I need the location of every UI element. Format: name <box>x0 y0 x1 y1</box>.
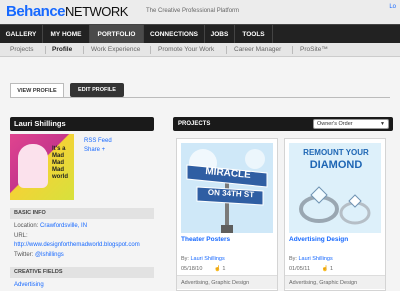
location-link[interactable]: Crawfordsville, IN <box>40 223 87 229</box>
author-link[interactable]: Lauri Shillings <box>190 256 224 262</box>
avatar: It's a Mad Mad Mad world <box>10 134 74 200</box>
art-line-1: REMOUNT YOUR <box>303 148 369 157</box>
edit-profile-button[interactable]: EDIT PROFILE <box>70 83 124 97</box>
author-link[interactable]: Lauri Shillings <box>298 256 332 262</box>
appreciation-icon: ☝ <box>213 266 221 272</box>
projects-heading: PROJECTS <box>178 121 211 127</box>
creative-fields-heading: CREATIVE FIELDS <box>10 267 154 278</box>
project-card[interactable]: MIRACLE ON 34TH ST Theater Posters By: L… <box>176 138 278 291</box>
project-card[interactable]: REMOUNT YOUR DIAMOND Advertising Design … <box>284 138 386 291</box>
project-author-line: By: Lauri Shillings <box>181 256 225 262</box>
subnav-divider <box>83 46 84 54</box>
subnav-divider <box>226 46 227 54</box>
projects-header: PROJECTS Owner's Order ▼ <box>173 117 393 131</box>
sub-nav: Projects Profile Work Experience Promote… <box>0 43 400 57</box>
location-label: Location: <box>14 223 39 229</box>
appreciation-icon: ☝ <box>321 266 329 272</box>
creative-field-link[interactable]: Advertising <box>14 282 44 288</box>
subnav-divider <box>45 46 46 54</box>
subnav-promote[interactable]: Promote Your Work <box>158 43 214 57</box>
project-categories: Advertising, Graphic Design <box>177 275 277 289</box>
subnav-divider <box>292 46 293 54</box>
project-thumbnail[interactable]: MIRACLE ON 34TH ST <box>181 143 273 233</box>
behance-logo[interactable]: BehanceNETWORK <box>6 3 128 20</box>
creative-field-item: Advertising <box>14 282 44 288</box>
avatar-caption: It's a Mad Mad Mad world <box>52 146 68 180</box>
top-bar: BehanceNETWORK The Creative Professional… <box>0 0 400 24</box>
rss-feed-link[interactable]: RSS Feed <box>84 138 112 144</box>
nav-my-home[interactable]: MY HOME <box>43 25 90 44</box>
tab-view-profile[interactable]: VIEW PROFILE <box>10 83 64 97</box>
sort-order-value: Owner's Order <box>317 121 353 127</box>
appreciation-count: 1 <box>329 266 333 272</box>
profile-name: Lauri Shillings <box>10 117 154 131</box>
subnav-profile[interactable]: Profile <box>52 43 72 57</box>
art-line-2: DIAMOND <box>309 159 363 171</box>
twitter-label: Twitter: <box>14 252 34 258</box>
project-title[interactable]: Advertising Design <box>289 236 348 243</box>
logo-text: Behance <box>6 3 66 20</box>
website-link[interactable]: http://www.designforthemadworld.blogspot… <box>14 242 140 248</box>
nav-jobs[interactable]: JOBS <box>205 25 235 44</box>
by-label: By: <box>289 256 297 262</box>
nav-gallery[interactable]: GALLERY <box>0 25 43 44</box>
subnav-projects[interactable]: Projects <box>10 43 33 57</box>
twitter-link[interactable]: @lshillings <box>35 252 64 258</box>
url-line: http://www.designforthemadworld.blogspot… <box>14 242 140 248</box>
nav-tools[interactable]: TOOLS <box>235 25 273 44</box>
project-categories: Advertising, Graphic Design <box>285 275 385 289</box>
twitter-line: Twitter: @lshillings <box>14 252 64 258</box>
appreciation-count: 1 <box>222 266 226 272</box>
project-date: 01/05/11 <box>289 266 311 272</box>
project-date-line: 01/05/11 ☝ 1 <box>289 266 333 272</box>
tagline: The Creative Professional Platform <box>146 8 240 14</box>
sort-order-select[interactable]: Owner's Order ▼ <box>313 119 389 129</box>
nav-portfolio[interactable]: PORTFOLIO <box>90 25 144 44</box>
by-label: By: <box>181 256 189 262</box>
location-line: Location: Crawfordsville, IN <box>14 223 87 229</box>
project-title[interactable]: Theater Posters <box>181 236 230 243</box>
url-label: URL: <box>14 233 28 239</box>
project-author-line: By: Lauri Shillings <box>289 256 333 262</box>
chevron-down-icon: ▼ <box>380 121 385 127</box>
subnav-prosite[interactable]: ProSite™ <box>300 43 328 57</box>
subnav-work-experience[interactable]: Work Experience <box>91 43 140 57</box>
main-nav: GALLERY MY HOME PORTFOLIO CONNECTIONS JO… <box>0 24 400 44</box>
share-link[interactable]: Share + <box>84 147 105 153</box>
tab-divider <box>10 97 390 98</box>
project-thumbnail[interactable]: REMOUNT YOUR DIAMOND <box>289 143 381 233</box>
project-date-line: 05/18/10 ☝ 1 <box>181 266 225 272</box>
project-date: 05/18/10 <box>181 266 203 272</box>
nav-connections[interactable]: CONNECTIONS <box>144 25 205 44</box>
avatar-figure <box>18 144 48 188</box>
basic-info-heading: BASIC INFO <box>10 208 154 219</box>
subnav-divider <box>150 46 151 54</box>
logo-network-text: NETWORK <box>65 4 128 19</box>
login-link[interactable]: Lo <box>389 4 396 10</box>
subnav-career-manager[interactable]: Career Manager <box>234 43 281 57</box>
